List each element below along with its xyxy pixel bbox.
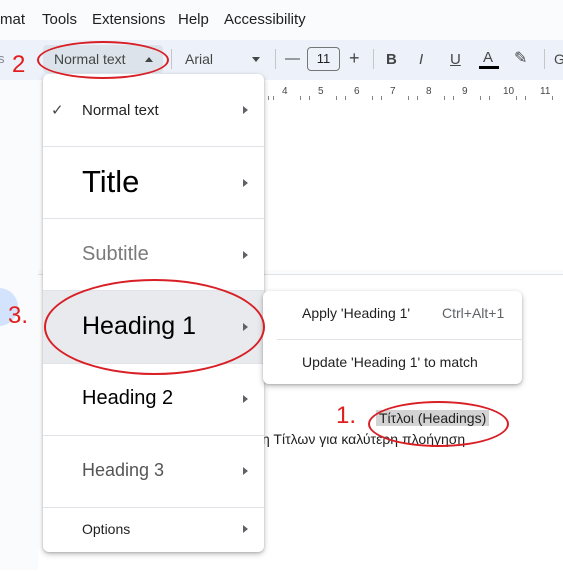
heading-1-submenu: Apply 'Heading 1' Ctrl+Alt+1 Update 'Hea… [263,291,522,384]
ruler-label: 6 [354,86,360,97]
ruler-label: 11 [540,86,551,97]
toolbar-divider [171,49,172,69]
annotation-ring [44,279,265,375]
style-normal-text-label: Normal text [82,102,159,119]
text-color-button[interactable]: A [483,49,493,66]
caret-down-icon [252,57,260,62]
menu-tools[interactable]: Tools [42,11,77,28]
style-options[interactable]: Options [43,508,264,552]
submenu-arrow-icon [243,395,248,403]
horizontal-ruler[interactable]: 4 5 6 7 8 9 10 11 [264,84,563,102]
submenu-arrow-icon [243,251,248,259]
style-normal-text[interactable]: ✓ Normal text [43,74,264,146]
menu-format[interactable]: mat [0,11,25,28]
ruler-label: 9 [462,86,468,97]
decrease-font-size-button[interactable]: — [285,50,300,67]
style-subtitle-label: Subtitle [82,243,149,265]
submenu-arrow-icon [243,106,248,114]
apply-shortcut: Ctrl+Alt+1 [442,305,505,321]
menu-accessibility[interactable]: Accessibility [224,11,306,28]
style-heading-2-label: Heading 2 [82,387,174,409]
annotation-ring [37,41,169,79]
ruler-label: 4 [282,86,288,97]
style-heading-3-label: Heading 3 [82,460,165,480]
annotation-number-2: 2 [12,51,26,78]
submenu-arrow-icon [243,525,248,533]
submenu-arrow-icon [243,467,248,475]
ruler-label: 5 [318,86,324,97]
toolbar-right-edge: G [554,51,563,67]
toolbar-divider [373,49,374,69]
toolbar-left-edge: s [0,51,5,66]
bold-button[interactable]: B [386,51,397,68]
font-family-dropdown[interactable]: Arial [176,45,268,73]
annotation-number-1: 1. [336,402,357,429]
underline-button[interactable]: U [450,51,461,68]
font-family-value: Arial [185,51,214,67]
ruler-label: 7 [390,86,396,97]
check-icon: ✓ [51,102,64,119]
toolbar-divider [275,49,276,69]
apply-heading-1-item[interactable]: Apply 'Heading 1' [302,305,410,321]
toolbar-divider [544,49,545,69]
menu-help[interactable]: Help [178,11,209,28]
style-title[interactable]: Title [43,147,264,218]
menubar: mat Tools Extensions Help Accessibility [0,0,563,40]
submenu-arrow-icon [243,179,248,187]
style-heading-3[interactable]: Heading 3 [43,436,264,507]
menu-extensions[interactable]: Extensions [92,11,165,28]
update-heading-1-item[interactable]: Update 'Heading 1' to match [302,354,478,370]
style-options-label: Options [82,521,131,537]
italic-button[interactable]: I [419,51,423,68]
ruler-label: 10 [503,86,515,97]
font-size-input[interactable]: 11 [307,47,340,71]
increase-font-size-button[interactable]: + [349,48,360,69]
text-color-swatch [479,66,499,69]
annotation-number-3: 3. [8,302,29,329]
highlight-pen-icon[interactable]: ✎ [514,48,527,68]
annotation-ring [368,401,509,447]
ruler-label: 8 [426,86,432,97]
style-title-label: Title [82,164,140,199]
